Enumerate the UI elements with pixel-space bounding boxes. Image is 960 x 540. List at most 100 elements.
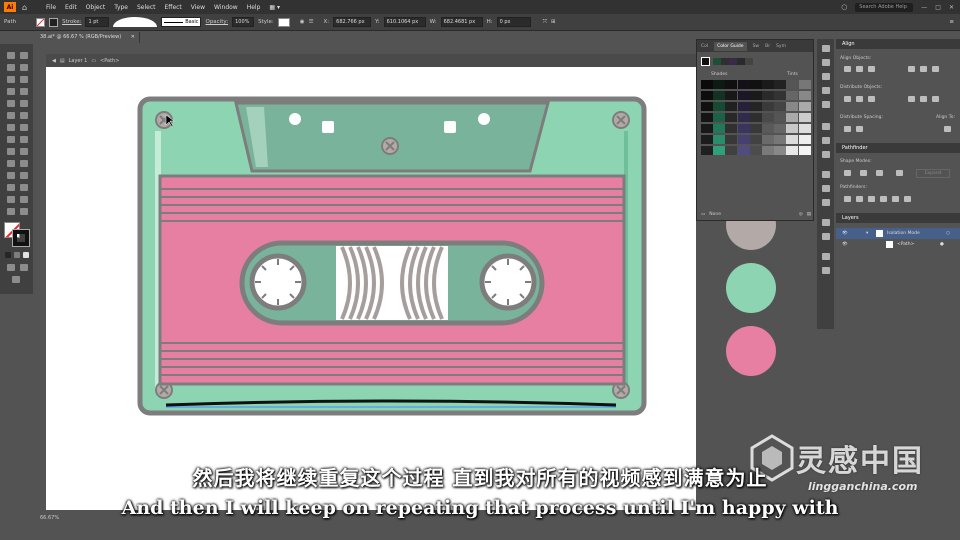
stroke-panel-icon[interactable] (822, 123, 830, 130)
color-cell[interactable] (762, 113, 774, 122)
layer-row-isolation[interactable]: 👁 ▾ Isolation Mode ○ (836, 228, 960, 239)
color-cell[interactable] (713, 80, 726, 89)
color-cell[interactable] (749, 124, 762, 133)
panel-menu-icon[interactable]: ≡ (949, 19, 954, 25)
minus-front-icon[interactable] (860, 170, 867, 176)
menu-select[interactable]: Select (137, 4, 156, 11)
menu-view[interactable]: View (191, 4, 205, 11)
limit-swatch-icon[interactable]: ▭ (701, 212, 705, 217)
close-icon[interactable]: ✕ (949, 4, 954, 11)
direct-selection-tool-icon[interactable] (20, 52, 28, 59)
eye-icon[interactable]: 👁 (842, 228, 848, 239)
search-input[interactable]: Search Adobe Help (855, 2, 914, 12)
line-tool-icon[interactable] (20, 88, 28, 95)
dot-mint[interactable] (726, 263, 776, 313)
color-cell[interactable] (701, 146, 713, 155)
color-cell[interactable] (725, 146, 738, 155)
color-cell[interactable] (701, 124, 713, 133)
y-field[interactable]: 610.1064 px (383, 17, 426, 27)
maximize-icon[interactable]: □ (935, 4, 941, 11)
color-cell[interactable] (774, 135, 787, 144)
color-cell[interactable] (762, 146, 774, 155)
character-icon[interactable] (822, 253, 830, 260)
color-cell[interactable] (737, 146, 750, 155)
workspace-switcher-icon[interactable]: ▦ ▾ (269, 4, 280, 11)
save-group-icon[interactable]: ▤ (807, 212, 811, 217)
target-icon[interactable]: ○ (946, 228, 950, 239)
default-colors-icon[interactable] (5, 252, 11, 258)
color-cell[interactable] (713, 102, 726, 111)
x-field[interactable]: 682.766 px (333, 17, 372, 27)
color-cell[interactable] (737, 91, 750, 100)
color-cell[interactable] (774, 113, 787, 122)
gradient-tool-icon[interactable] (20, 160, 28, 167)
color-panel-icon[interactable] (822, 171, 830, 178)
color-cell[interactable] (786, 135, 799, 144)
minimize-icon[interactable]: — (921, 4, 927, 11)
artboard-tool-icon[interactable] (7, 196, 15, 203)
eraser-tool-icon[interactable] (20, 112, 28, 119)
align-panel-header[interactable]: Align (836, 39, 960, 49)
eye-icon[interactable]: 👁 (842, 239, 848, 250)
color-cell[interactable] (713, 135, 726, 144)
fill-stroke-control[interactable] (4, 222, 30, 247)
color-cell[interactable] (786, 124, 799, 133)
color-cell[interactable] (725, 124, 738, 133)
color-cell[interactable] (701, 102, 713, 111)
dot-pink[interactable] (726, 326, 776, 376)
layers-panel-header[interactable]: Layers (836, 213, 960, 223)
align-right-icon[interactable] (868, 66, 875, 72)
align-to-selection-icon[interactable] (944, 126, 951, 132)
color-cell[interactable] (762, 102, 774, 111)
color-cell[interactable] (786, 146, 799, 155)
isolate-icon[interactable]: ⊞ (551, 19, 556, 25)
transform-icon[interactable]: ⤧ (543, 19, 547, 26)
paragraph-icon[interactable] (822, 267, 830, 274)
edit-colors-icon[interactable]: ◎ (799, 212, 803, 217)
distribute-bottom-icon[interactable] (868, 96, 875, 102)
color-cell[interactable] (798, 102, 811, 111)
recolor-icon[interactable]: ◉ (300, 19, 305, 25)
pen-tool-icon[interactable] (7, 76, 15, 83)
align-icon[interactable]: ☰ (309, 19, 314, 25)
color-cell[interactable] (798, 80, 811, 89)
paintbrush-tool-icon[interactable] (20, 100, 28, 107)
symbol-sprayer-tool-icon[interactable] (7, 184, 15, 191)
color-cell[interactable] (798, 135, 811, 144)
color-cell[interactable] (749, 91, 762, 100)
edit-toolbar-icon[interactable] (12, 276, 20, 283)
pathfinder-panel-header[interactable]: Pathfinder (836, 143, 960, 153)
color-cell[interactable] (762, 135, 774, 144)
menu-type[interactable]: Type (114, 4, 128, 11)
align-hcenter-icon[interactable] (856, 66, 863, 72)
cassette-illustration[interactable] (46, 67, 696, 510)
vertical-spacing-icon[interactable] (844, 126, 851, 132)
expand-arrow-icon[interactable]: ▾ (866, 228, 868, 239)
menu-object[interactable]: Object (86, 4, 106, 11)
color-cell[interactable] (713, 113, 726, 122)
merge-icon[interactable] (868, 196, 875, 202)
gradient-panel-icon[interactable] (822, 137, 830, 144)
tab-swatches[interactable]: Sw (753, 44, 760, 49)
expand-button[interactable]: Expand (916, 169, 950, 178)
divide-icon[interactable] (844, 196, 851, 202)
color-cell[interactable] (725, 80, 738, 89)
color-cell[interactable] (786, 102, 799, 111)
intersect-icon[interactable] (876, 170, 883, 176)
color-cell[interactable] (774, 124, 787, 133)
appearance-icon[interactable] (822, 45, 830, 52)
scale-tool-icon[interactable] (20, 124, 28, 131)
rectangle-tool-icon[interactable] (7, 100, 15, 107)
breadcrumb-layer[interactable]: Layer 1 (69, 58, 88, 64)
color-cell[interactable] (737, 124, 750, 133)
color-cell[interactable] (725, 102, 738, 111)
selection-tool-icon[interactable] (7, 52, 15, 59)
align-top-icon[interactable] (908, 66, 915, 72)
blend-tool-icon[interactable] (20, 172, 28, 179)
distribute-right-icon[interactable] (932, 96, 939, 102)
shape-builder-tool-icon[interactable] (7, 148, 15, 155)
swatches-panel-icon[interactable] (822, 185, 830, 192)
graphic-style-swatch[interactable] (277, 17, 290, 27)
harmony-strip[interactable] (713, 58, 753, 65)
color-cell[interactable] (798, 113, 811, 122)
